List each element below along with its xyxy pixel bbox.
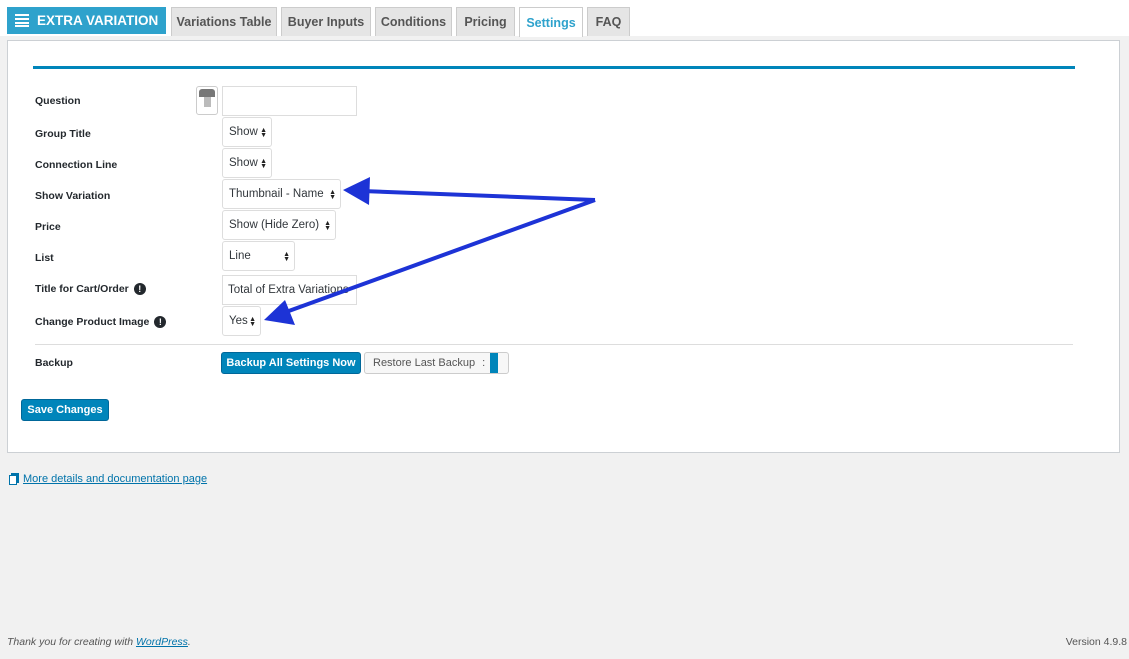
tab-buyer-inputs[interactable]: Buyer Inputs	[281, 7, 371, 36]
restore-toggle-indicator	[490, 353, 498, 373]
plugin-brand: EXTRA VARIATION	[7, 7, 166, 34]
group-title-select[interactable]: Show ▲ ▼	[222, 117, 272, 147]
change-product-image-select[interactable]: Yes ▲ ▼	[222, 306, 261, 336]
tab-faq[interactable]: FAQ	[587, 7, 630, 36]
list-label: List	[35, 252, 54, 264]
question-input[interactable]	[222, 86, 357, 116]
title-cart-order-label: Title for Cart/Order !	[35, 283, 146, 295]
tab-settings[interactable]: Settings	[519, 7, 583, 37]
updown-icon: ▲ ▼	[260, 127, 267, 139]
price-select[interactable]: Show (Hide Zero) ▲ ▼	[222, 210, 336, 240]
show-variation-select[interactable]: Thumbnail - Name ▲ ▼	[222, 179, 341, 209]
change-product-image-label: Change Product Image !	[35, 316, 167, 328]
panel-header-line	[33, 66, 1075, 69]
updown-icon: ▲ ▼	[283, 251, 290, 263]
tab-conditions[interactable]: Conditions	[375, 7, 452, 36]
footer-thanks: Thank you for creating with WordPress.	[7, 636, 191, 648]
brand-title: EXTRA VARIATION	[37, 13, 159, 28]
question-toggle[interactable]	[196, 86, 218, 115]
section-divider	[35, 344, 1073, 345]
restore-last-backup-button[interactable]: Restore Last Backup :	[364, 352, 509, 374]
book-icon	[9, 473, 19, 485]
price-label: Price	[35, 221, 61, 233]
tab-pricing[interactable]: Pricing	[456, 7, 515, 36]
list-select[interactable]: Line ▲ ▼	[222, 241, 295, 271]
docs-link[interactable]: More details and documentation page	[23, 473, 207, 485]
question-label: Question	[35, 95, 81, 107]
updown-icon: ▲ ▼	[249, 316, 256, 328]
updown-icon: ▲ ▼	[329, 189, 336, 201]
updown-icon: ▲ ▼	[324, 220, 331, 232]
show-variation-label: Show Variation	[35, 190, 111, 202]
backup-all-settings-button[interactable]: Backup All Settings Now	[221, 352, 361, 374]
updown-icon: ▲ ▼	[260, 158, 267, 170]
docs-link-row: More details and documentation page	[9, 473, 207, 485]
info-icon[interactable]: !	[133, 283, 146, 295]
save-changes-button[interactable]: Save Changes	[21, 399, 109, 421]
footer-version: Version 4.9.8	[1065, 636, 1127, 648]
tab-variations-table[interactable]: Variations Table	[171, 7, 277, 36]
connection-line-label: Connection Line	[35, 159, 118, 171]
list-icon	[15, 14, 29, 27]
group-title-label: Group Title	[35, 128, 91, 140]
connection-line-select[interactable]: Show ▲ ▼	[222, 148, 272, 178]
backup-label: Backup	[35, 357, 73, 369]
settings-panel	[7, 40, 1120, 453]
info-icon[interactable]: !	[154, 316, 167, 328]
wordpress-link[interactable]: WordPress	[136, 636, 188, 648]
title-cart-order-input[interactable]: Total of Extra Variations	[222, 275, 357, 305]
